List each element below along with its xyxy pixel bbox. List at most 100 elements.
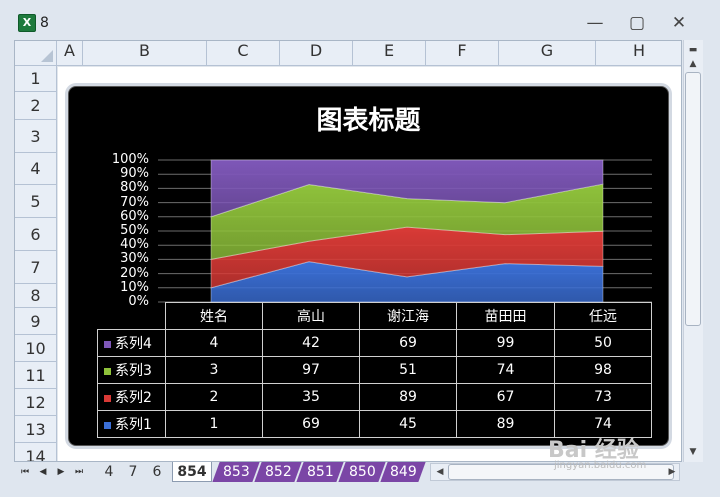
y-tick-label: 20%	[120, 265, 149, 281]
row-header-14[interactable]: 14	[15, 443, 57, 461]
data-cell: 89	[456, 410, 555, 438]
sheet-tab-label: 853	[222, 464, 250, 480]
window-titlebar	[0, 0, 720, 40]
category-label: 苗田田	[456, 302, 555, 330]
data-cell: 50	[554, 329, 652, 357]
data-cell: 69	[359, 329, 457, 357]
sheet-tab-active[interactable]: 854	[172, 462, 212, 482]
category-label: 高山	[262, 302, 360, 330]
data-cell: 42	[262, 329, 360, 357]
y-tick-label: 100%	[111, 152, 149, 167]
prev-sheet-icon[interactable]: ◀	[36, 463, 50, 481]
sheet-tab[interactable]: 851	[296, 462, 344, 482]
series-name: 系列4	[115, 336, 152, 352]
data-cell: 99	[456, 329, 555, 357]
data-table-row-series2: 系列2 2 35 89 67 73	[97, 383, 652, 411]
category-label: 谢江海	[359, 302, 457, 330]
row-header-13[interactable]: 13	[15, 416, 57, 443]
data-cell: 2	[165, 383, 263, 411]
series2-swatch-icon	[104, 394, 111, 402]
data-cell: 45	[359, 410, 457, 438]
select-all-corner[interactable]	[15, 41, 57, 66]
column-header-d[interactable]: D	[280, 41, 353, 66]
sheet-tab-label: 851	[306, 464, 334, 480]
sheet-tab-label: 849	[389, 464, 417, 480]
y-tick-label: 60%	[120, 208, 149, 224]
y-tick-label: 80%	[120, 180, 149, 196]
row-header-3[interactable]: 3	[15, 120, 57, 153]
series-name: 系列3	[115, 363, 152, 379]
sheet-tab-label: 850	[348, 464, 376, 480]
data-table-corner	[98, 303, 166, 330]
data-cell: 67	[456, 383, 555, 411]
category-label: 任远	[554, 302, 652, 330]
sheet-tab[interactable]: 7	[122, 462, 144, 482]
sheet-tab[interactable]: 853	[212, 462, 260, 482]
column-header-a[interactable]: A	[57, 41, 83, 66]
data-cell: 89	[359, 383, 457, 411]
excel-icon: X	[18, 14, 36, 32]
row-header-9[interactable]: 9	[15, 308, 57, 335]
sheet-tab[interactable]: 850	[338, 462, 386, 482]
row-header-10[interactable]: 10	[15, 335, 57, 362]
data-cell: 51	[359, 356, 457, 384]
close-button[interactable]: ✕	[664, 12, 694, 34]
row-header-1[interactable]: 1	[15, 66, 57, 92]
legend-key-series1: 系列1	[97, 410, 166, 438]
legend-key-series3: 系列3	[97, 356, 166, 384]
data-cell: 74	[456, 356, 555, 384]
vertical-scroll-thumb[interactable]	[685, 72, 701, 326]
column-header-b[interactable]: B	[83, 41, 207, 66]
window-title: 8	[40, 15, 49, 31]
chart-data-table[interactable]: 姓名 高山 谢江海 苗田田 任远 系列4 4 42 69 99 50 系列3 3…	[97, 302, 652, 438]
row-header-6[interactable]: 6	[15, 218, 57, 251]
series-name: 系列1	[115, 417, 152, 433]
series4-swatch-icon	[104, 340, 111, 348]
sheet-tab[interactable]: 6	[146, 462, 168, 482]
select-all-icon	[41, 50, 53, 62]
row-header-11[interactable]: 11	[15, 362, 57, 389]
data-cell: 69	[262, 410, 360, 438]
column-header-c[interactable]: C	[207, 41, 280, 66]
y-tick-label: 30%	[120, 251, 149, 267]
row-header-8[interactable]: 8	[15, 284, 57, 308]
y-tick-label: 90%	[120, 166, 149, 182]
column-header-g[interactable]: G	[499, 41, 596, 66]
scroll-left-icon[interactable]: ◀	[432, 464, 448, 480]
scroll-up-icon[interactable]: ▲	[685, 56, 701, 72]
data-cell: 73	[554, 383, 652, 411]
data-table-header-row: 姓名 高山 谢江海 苗田田 任远	[98, 302, 652, 330]
last-sheet-icon[interactable]: ⏭	[72, 463, 86, 481]
sheet-tab[interactable]: 852	[254, 462, 302, 482]
legend-key-series2: 系列2	[97, 383, 166, 411]
next-sheet-icon[interactable]: ▶	[54, 463, 68, 481]
legend-key-series4: 系列4	[97, 329, 166, 357]
watermark-url: jingyan.baidu.com	[554, 460, 647, 471]
data-cell: 4	[165, 329, 263, 357]
minimize-button[interactable]: —	[580, 12, 610, 34]
y-tick-label: 70%	[120, 194, 149, 210]
data-cell: 3	[165, 356, 263, 384]
column-header-e[interactable]: E	[353, 41, 426, 66]
data-cell: 97	[262, 356, 360, 384]
row-header-4[interactable]: 4	[15, 153, 57, 185]
column-header-f[interactable]: F	[426, 41, 499, 66]
series1-swatch-icon	[104, 421, 111, 429]
category-label: 姓名	[165, 302, 263, 330]
restore-button[interactable]: ▢	[622, 12, 652, 34]
row-header-12[interactable]: 12	[15, 389, 57, 416]
sheet-tab-label: 852	[264, 464, 292, 480]
baidu-watermark: Bai 经验 jingyan.baidu.com	[548, 432, 708, 472]
data-cell: 35	[262, 383, 360, 411]
data-table-row-series3: 系列3 3 97 51 74 98	[97, 356, 652, 384]
area-chart[interactable]: 图表标题 100% 90% 80% 70% 60% 50% 40% 30% 20% 10% 0% 姓…	[68, 86, 669, 446]
series3-swatch-icon	[104, 367, 111, 375]
row-header-2[interactable]: 2	[15, 92, 57, 120]
sheet-tab[interactable]: 849	[380, 462, 426, 482]
y-tick-label: 10%	[120, 279, 149, 295]
column-header-h[interactable]: H	[596, 41, 681, 66]
first-sheet-icon[interactable]: ⏮	[18, 463, 32, 481]
sheet-tab[interactable]: 4	[98, 462, 120, 482]
row-header-7[interactable]: 7	[15, 251, 57, 284]
row-header-5[interactable]: 5	[15, 185, 57, 218]
